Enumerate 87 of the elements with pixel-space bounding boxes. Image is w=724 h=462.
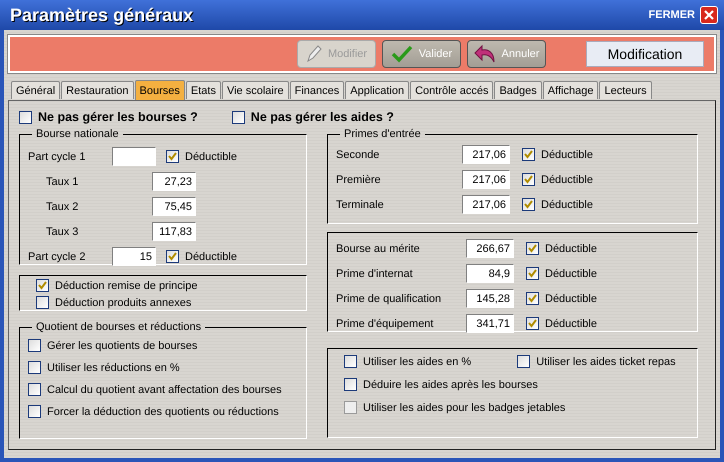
checkbox-label: Déductible — [541, 148, 593, 160]
tab[interactable]: Application — [345, 81, 410, 99]
field-label: Taux 1 — [45, 176, 80, 188]
checkbox[interactable] — [522, 148, 535, 161]
checkbox-label: Utiliser les réductions en % — [47, 362, 180, 374]
checkbox-label: Déductible — [545, 242, 597, 254]
checkbox-label: Utiliser les aides en % — [363, 356, 472, 368]
mode-label: Modification — [586, 41, 704, 67]
field-label: Part cycle 2 — [28, 250, 86, 262]
undo-arrow-icon — [474, 44, 496, 64]
window-title: Paramètres généraux — [10, 4, 194, 26]
field-label: Part cycle 1 — [28, 150, 86, 162]
input-field[interactable]: 117,83 — [152, 222, 196, 241]
checkbox[interactable] — [36, 296, 49, 309]
checkbox[interactable] — [232, 110, 245, 124]
tab[interactable]: Finances — [290, 81, 344, 99]
field-label: Taux 3 — [45, 226, 80, 238]
checkbox-label: Déductible — [545, 268, 597, 280]
checkbox[interactable] — [28, 339, 41, 352]
checkbox[interactable] — [526, 242, 539, 255]
field-label: Terminale — [336, 198, 385, 210]
checkbox[interactable] — [19, 110, 32, 124]
tab[interactable]: Restauration — [61, 81, 134, 99]
checkbox-label: Utiliser les aides ticket repas — [536, 356, 676, 368]
checkbox[interactable] — [522, 198, 535, 211]
checkbox[interactable] — [344, 378, 357, 391]
checkbox[interactable] — [526, 317, 539, 330]
checkbox-label: Déductible — [541, 198, 593, 210]
group-title: Quotient de bourses et réductions — [35, 321, 202, 333]
field-label: Prime d'équipement — [336, 318, 434, 330]
input-field[interactable]: 217,06 — [462, 145, 510, 164]
checkbox-label: Déductible — [185, 250, 237, 262]
checkbox-label: Gérer les quotients de bourses — [47, 340, 198, 352]
pencil-icon — [306, 44, 322, 64]
tab[interactable]: Général — [11, 81, 60, 99]
input-field[interactable]: 75,45 — [152, 197, 196, 216]
input-field[interactable]: 15 — [112, 247, 156, 266]
field-label: Seconde — [336, 148, 380, 160]
checkbox-label: Déductible — [185, 150, 237, 162]
input-field[interactable] — [112, 147, 156, 166]
group-title: Bourse nationale — [35, 128, 120, 140]
checkbox[interactable] — [526, 267, 539, 280]
input-field[interactable]: 217,06 — [462, 170, 510, 189]
checkbox[interactable] — [28, 361, 41, 374]
tab[interactable]: Vie scolaire — [222, 81, 289, 99]
checkbox-label: Déductible — [545, 292, 597, 304]
tab[interactable]: Affichage — [542, 81, 598, 99]
checkbox-label: Calcul du quotient avant affectation des bourses — [47, 384, 282, 396]
input-field[interactable]: 84,9 — [466, 264, 514, 283]
checkbox-label: Ne pas gérer les aides ? — [250, 110, 394, 124]
checkbox-label: Déduire les aides après les bourses — [363, 378, 538, 390]
field-label: Bourse au mérite — [336, 242, 421, 254]
field-label: Taux 2 — [45, 200, 80, 212]
checkbox[interactable] — [517, 355, 530, 368]
checkbox-label: Déduction produits annexes — [55, 296, 192, 308]
checkbox-label: Utiliser les aides pour les badges jetables — [363, 402, 566, 414]
tab[interactable]: Badges — [494, 81, 542, 99]
checkbox[interactable] — [526, 292, 539, 305]
checkbox-label: Ne pas gérer les bourses ? — [38, 110, 198, 124]
close-label: FERMER — [648, 9, 695, 21]
checkbox[interactable] — [522, 173, 535, 186]
checkbox[interactable] — [28, 405, 41, 418]
tab[interactable]: Lecteurs — [599, 81, 652, 99]
input-field[interactable]: 145,28 — [466, 289, 514, 308]
group-title: Primes d'entrée — [343, 128, 422, 140]
close-icon — [704, 10, 714, 20]
field-label: Prime de qualification — [336, 292, 442, 304]
checkbox[interactable] — [166, 150, 179, 163]
tab[interactable]: Etats — [186, 81, 221, 99]
input-field[interactable]: 341,71 — [466, 314, 514, 333]
check-icon — [390, 45, 413, 63]
checkbox[interactable] — [166, 250, 179, 263]
checkbox[interactable] — [36, 279, 49, 292]
field-label: Prime d'internat — [336, 268, 414, 280]
checkbox-label: Déductible — [545, 318, 597, 330]
checkbox-label: Déduction remise de principe — [55, 280, 198, 292]
input-field[interactable]: 266,67 — [466, 239, 514, 258]
checkbox-label: Déductible — [541, 174, 593, 186]
checkbox[interactable] — [344, 355, 357, 368]
field-label: Première — [336, 174, 382, 186]
input-field[interactable]: 27,23 — [152, 172, 196, 191]
checkbox[interactable] — [28, 383, 41, 396]
tab[interactable]: Contrôle accés — [410, 81, 494, 99]
tab[interactable]: Bourses — [134, 80, 185, 100]
close-button[interactable] — [700, 6, 718, 24]
input-field[interactable]: 217,06 — [462, 195, 510, 214]
checkbox-label: Forcer la déduction des quotients ou réductions — [47, 406, 279, 418]
